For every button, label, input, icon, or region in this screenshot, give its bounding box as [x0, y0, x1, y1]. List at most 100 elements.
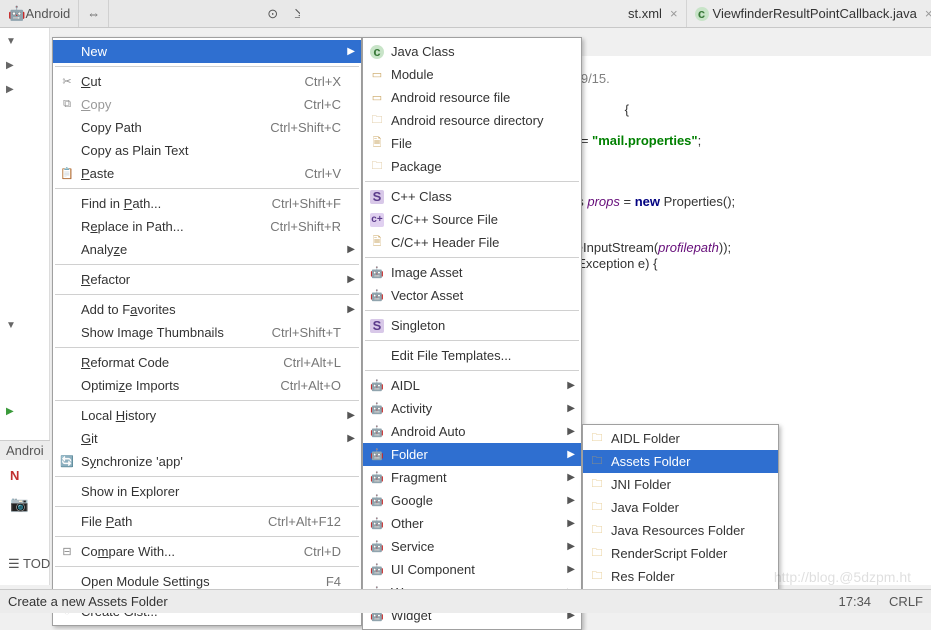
menu-vector-asset[interactable]: 🤖Vector Asset: [363, 284, 581, 307]
menu-ui-component[interactable]: 🤖UI Component▶: [363, 558, 581, 581]
menu-folder[interactable]: 🤖Folder▶: [363, 443, 581, 466]
menu-optimize-imports[interactable]: Optimize ImportsCtrl+Alt+O: [53, 374, 361, 397]
todo-panel-label[interactable]: ☰ TOD: [8, 556, 50, 572]
c-src-icon: c+: [370, 213, 384, 227]
menu-aidl-folder[interactable]: 🗀AIDL Folder: [583, 427, 778, 450]
package-icon: 🗀: [369, 159, 385, 175]
menu-other[interactable]: 🤖Other▶: [363, 512, 581, 535]
menu-android-res-dir[interactable]: 🗀Android resource directory: [363, 109, 581, 132]
new-submenu: cJava Class ▭Module ▭Android resource fi…: [362, 37, 582, 630]
module-icon: ▭: [369, 67, 385, 83]
notfound-label: N: [10, 468, 19, 483]
android-icon: 🤖: [369, 424, 385, 440]
compare-icon: ⊟: [59, 544, 75, 560]
context-menu: New▶ ✂CutCtrl+X ⧉CopyCtrl+C Copy PathCtr…: [52, 37, 362, 626]
folder-submenu: 🗀AIDL Folder 🗀Assets Folder 🗀JNI Folder …: [582, 424, 779, 591]
tree-expand-icon[interactable]: ▼: [6, 36, 16, 47]
folder-icon: 🗀: [589, 569, 605, 585]
menu-copy[interactable]: ⧉CopyCtrl+C: [53, 93, 361, 116]
project-view-selector[interactable]: 🤖 Android: [0, 0, 79, 27]
menu-android-auto[interactable]: 🤖Android Auto▶: [363, 420, 581, 443]
menu-compare-with[interactable]: ⊟Compare With...Ctrl+D: [53, 540, 361, 563]
menu-separator: [365, 340, 579, 341]
status-bar: Create a new Assets Folder 17:34 CRLF: [0, 589, 931, 613]
menu-cpp-class[interactable]: SC++ Class: [363, 185, 581, 208]
menu-copy-plain[interactable]: Copy as Plain Text: [53, 139, 361, 162]
menu-activity[interactable]: 🤖Activity▶: [363, 397, 581, 420]
menu-renderscript-folder[interactable]: 🗀RenderScript Folder: [583, 542, 778, 565]
tab-viewfinder[interactable]: c ViewfinderResultPointCallback.java ×: [687, 0, 931, 27]
menu-new[interactable]: New▶: [53, 40, 361, 63]
menu-reformat[interactable]: Reformat CodeCtrl+Alt+L: [53, 351, 361, 374]
menu-res-folder[interactable]: 🗀Res Folder: [583, 565, 778, 588]
menu-module[interactable]: ▭Module: [363, 63, 581, 86]
tab-xml[interactable]: st.xml ×: [620, 0, 687, 27]
menu-jni-folder[interactable]: 🗀JNI Folder: [583, 473, 778, 496]
menu-synchronize[interactable]: 🔄Synchronize 'app': [53, 450, 361, 473]
run-icon[interactable]: ▶: [6, 406, 14, 417]
menu-file[interactable]: 🗎File: [363, 132, 581, 155]
editor-tabs: st.xml × c ViewfinderResultPointCallback…: [300, 0, 931, 28]
menu-java-folder[interactable]: 🗀Java Folder: [583, 496, 778, 519]
watermark: http://blog.@5dzpm.ht: [774, 569, 911, 585]
toolbar-target-icon[interactable]: ⊙: [259, 0, 286, 27]
c-hdr-icon: 🗎: [369, 235, 385, 251]
tree-expand-icon[interactable]: ▶: [6, 60, 14, 71]
android-icon: 🤖: [369, 265, 385, 281]
sync-icon: 🔄: [59, 454, 75, 470]
menu-assets-folder[interactable]: 🗀Assets Folder: [583, 450, 778, 473]
menu-analyze[interactable]: Analyze▶: [53, 238, 361, 261]
menu-google[interactable]: 🤖Google▶: [363, 489, 581, 512]
tree-expand-icon[interactable]: ▶: [6, 84, 14, 95]
menu-file-path[interactable]: File PathCtrl+Alt+F12: [53, 510, 361, 533]
menu-separator: [365, 257, 579, 258]
menu-separator: [55, 566, 359, 567]
menu-separator: [55, 400, 359, 401]
menu-separator: [365, 310, 579, 311]
menu-package[interactable]: 🗀Package: [363, 155, 581, 178]
android-icon: 🤖: [369, 562, 385, 578]
menu-cc-header[interactable]: 🗎C/C++ Header File: [363, 231, 581, 254]
menu-fragment[interactable]: 🤖Fragment▶: [363, 466, 581, 489]
status-hint: Create a new Assets Folder: [8, 594, 168, 609]
menu-copy-path[interactable]: Copy PathCtrl+Shift+C: [53, 116, 361, 139]
menu-android-res-file[interactable]: ▭Android resource file: [363, 86, 581, 109]
menu-separator: [55, 66, 359, 67]
menu-service[interactable]: 🤖Service▶: [363, 535, 581, 558]
tree-expand-icon[interactable]: ▼: [6, 320, 16, 331]
menu-paste[interactable]: 📋PasteCtrl+V: [53, 162, 361, 185]
menu-cc-source[interactable]: c+C/C++ Source File: [363, 208, 581, 231]
android-icon: 🤖: [8, 5, 25, 22]
close-icon[interactable]: ×: [670, 6, 678, 21]
menu-separator: [55, 294, 359, 295]
camera-icon[interactable]: 📷: [10, 495, 29, 513]
menu-show-explorer[interactable]: Show in Explorer: [53, 480, 361, 503]
menu-singleton[interactable]: SSingleton: [363, 314, 581, 337]
menu-separator: [365, 181, 579, 182]
menu-separator: [55, 536, 359, 537]
collapse-button[interactable]: ⇔: [79, 0, 109, 27]
menu-image-asset[interactable]: 🤖Image Asset: [363, 261, 581, 284]
menu-replace-in-path[interactable]: Replace in Path...Ctrl+Shift+R: [53, 215, 361, 238]
menu-add-favorites[interactable]: Add to Favorites▶: [53, 298, 361, 321]
menu-refactor[interactable]: Refactor▶: [53, 268, 361, 291]
menu-git[interactable]: Git▶: [53, 427, 361, 450]
menu-aidl[interactable]: 🤖AIDL▶: [363, 374, 581, 397]
file-icon: 🗎: [369, 136, 385, 152]
menu-cut[interactable]: ✂CutCtrl+X: [53, 70, 361, 93]
android-panel-label[interactable]: Androi: [0, 440, 50, 460]
menu-show-thumbnails[interactable]: Show Image ThumbnailsCtrl+Shift+T: [53, 321, 361, 344]
menu-java-class[interactable]: cJava Class: [363, 40, 581, 63]
menu-find-in-path[interactable]: Find in Path...Ctrl+Shift+F: [53, 192, 361, 215]
menu-separator: [55, 188, 359, 189]
android-icon: 🤖: [369, 539, 385, 555]
folder-icon: 🗀: [589, 500, 605, 516]
android-icon: 🤖: [369, 516, 385, 532]
menu-java-res-folder[interactable]: 🗀Java Resources Folder: [583, 519, 778, 542]
folder-icon: 🗀: [369, 113, 385, 129]
menu-edit-file-templates[interactable]: Edit File Templates...: [363, 344, 581, 367]
paste-icon: 📋: [59, 166, 75, 182]
menu-separator: [55, 347, 359, 348]
close-icon[interactable]: ×: [925, 6, 931, 21]
menu-local-history[interactable]: Local History▶: [53, 404, 361, 427]
